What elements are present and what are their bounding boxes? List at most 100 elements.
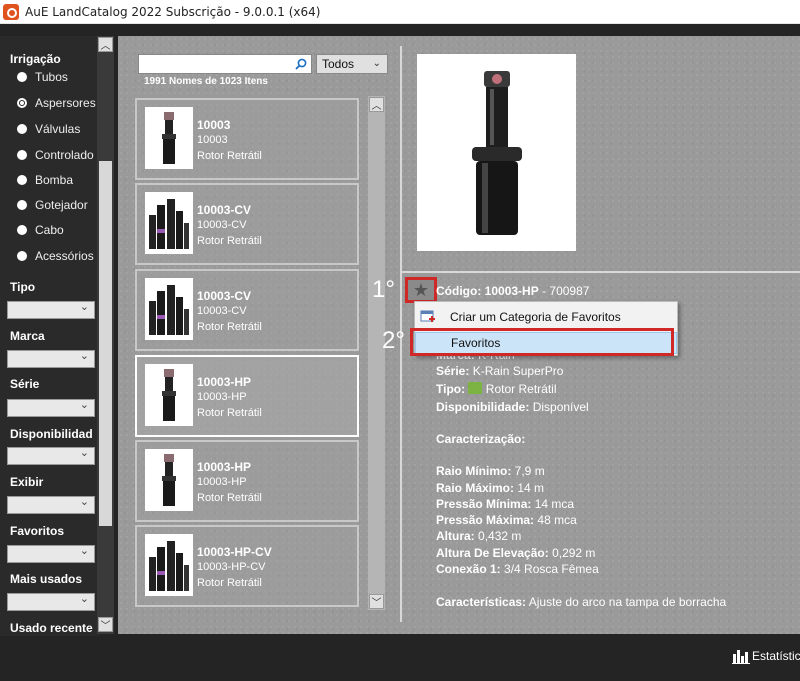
item-type: Rotor Retrátil — [197, 577, 262, 589]
item-subtitle: 10003-CV — [197, 305, 247, 317]
item-code: 10003 — [197, 118, 231, 132]
list-scroll-up-icon[interactable]: ︿ — [369, 97, 384, 112]
spec-row: Conexão 1: 3/4 Rosca Fêmea — [436, 562, 599, 576]
title-bar: AuE LandCatalog 2022 Subscrição - 9.0.0.… — [0, 0, 800, 24]
spec-value: 3/4 Rosca Fêmea — [504, 562, 599, 576]
spec-label: Raio Mínimo: — [436, 464, 512, 478]
series-value: K-Rain SuperPro — [472, 364, 564, 378]
item-thumbnail — [145, 534, 193, 596]
item-code: 10003-HP — [197, 375, 252, 389]
spec-label: Pressão Máxima: — [436, 513, 535, 527]
statistics-label: Estatístic — [752, 649, 800, 663]
spec-row: Altura De Elevação: 0,292 m — [436, 546, 595, 560]
radio-label: Tubos — [35, 70, 68, 84]
filter-label-exibir: Exibir — [10, 475, 44, 489]
list-item[interactable]: 10003-HP 10003-HP Rotor Retrátil — [135, 440, 359, 522]
window-title: AuE LandCatalog 2022 Subscrição - 9.0.0.… — [25, 4, 321, 19]
favoritos-select[interactable] — [7, 544, 95, 563]
irrigacao-header: Irrigação — [10, 52, 61, 66]
radio-icon — [17, 72, 27, 82]
chevron-down-icon: ⌄ — [372, 58, 381, 69]
radio-gotejador[interactable]: Gotejador — [17, 198, 88, 212]
spec-label: Conexão 1: — [436, 562, 501, 576]
spec-value: 0,432 m — [478, 529, 522, 543]
radio-cabo[interactable]: Cabo — [17, 223, 64, 237]
spec-label: Pressão Mínima: — [436, 497, 532, 511]
filter-label-tipo: Tipo — [10, 280, 36, 294]
series-label: Série: — [436, 364, 470, 378]
spec-value: 0,292 m — [552, 546, 596, 560]
spec-row: Altura: 0,432 m — [436, 529, 521, 543]
features-value: Ajuste do arco na tampa de borracha — [528, 595, 727, 609]
spec-label: Altura De Elevação: — [436, 546, 549, 560]
sidebar-scroll-thumb[interactable] — [99, 161, 112, 526]
list-item[interactable]: 10003-HP-CV 10003-HP-CV Rotor Retrátil — [135, 525, 359, 607]
filter-label-favoritos: Favoritos — [10, 524, 65, 538]
search-icon[interactable] — [295, 58, 307, 70]
list-item[interactable]: 10003-CV 10003-CV Rotor Retrátil — [135, 183, 359, 265]
favoritos-highlight — [410, 328, 674, 356]
item-subtitle: 10003 — [197, 134, 228, 146]
item-thumbnail — [145, 107, 193, 169]
radio-label: Aspersores — [35, 96, 96, 110]
sidebar-scroll-down-icon[interactable]: ﹀ — [98, 617, 113, 632]
radio-acessorios[interactable]: Acessórios — [17, 249, 94, 263]
bar-chart-icon — [732, 650, 750, 664]
disponibilidade-select[interactable] — [7, 446, 95, 465]
detail-series: Série: K-Rain SuperPro — [436, 364, 563, 378]
serie-select[interactable] — [7, 398, 95, 417]
menu-item-create-category[interactable]: Criar um Categoria de Favoritos — [415, 306, 677, 328]
detail-divider — [402, 271, 800, 273]
radio-bomba[interactable]: Bomba — [17, 173, 73, 187]
features-row: Características: Ajuste do arco na tampa… — [436, 595, 726, 609]
list-item-selected[interactable]: 10003-HP 10003-HP Rotor Retrátil — [135, 355, 359, 437]
radio-icon — [17, 200, 27, 210]
radio-tubos[interactable]: Tubos — [17, 70, 68, 84]
spec-value: 14 mca — [534, 497, 575, 511]
item-thumbnail — [145, 278, 193, 340]
exibir-select[interactable] — [7, 495, 95, 514]
code-value: 10003-HP — [484, 284, 539, 298]
radio-icon — [17, 150, 27, 160]
item-subtitle: 10003-HP — [197, 391, 247, 403]
item-type: Rotor Retrátil — [197, 407, 262, 419]
spec-label: Altura: — [436, 529, 475, 543]
item-subtitle: 10003-HP-CV — [197, 561, 266, 573]
radio-icon — [17, 175, 27, 185]
favorite-star-button[interactable]: ★ — [405, 277, 437, 303]
radio-icon — [17, 124, 27, 134]
star-icon: ★ — [412, 279, 430, 300]
caracterizacao-heading: Caracterização: — [436, 432, 525, 446]
filter-label-mais-usados: Mais usados — [10, 572, 83, 586]
list-scroll-down-icon[interactable]: ﹀ — [369, 594, 384, 609]
tipo-select[interactable] — [7, 300, 95, 319]
code-label: Código: — [436, 284, 482, 298]
item-thumbnail — [145, 449, 193, 511]
spec-row: Raio Máximo: 14 m — [436, 481, 544, 495]
spec-row: Pressão Máxima: 48 mca — [436, 513, 577, 527]
type-icon — [468, 382, 483, 394]
mais-usados-select[interactable] — [7, 592, 95, 611]
filter-dropdown[interactable]: Todos ⌄ — [316, 54, 388, 74]
item-thumbnail — [145, 192, 193, 254]
result-count: 1991 Nomes de 1023 Itens — [144, 76, 268, 87]
item-code: 10003-HP-CV — [197, 545, 272, 559]
list-item[interactable]: 10003-CV 10003-CV Rotor Retrátil — [135, 269, 359, 351]
radio-valvulas[interactable]: Válvulas — [17, 122, 80, 136]
item-type: Rotor Retrátil — [197, 235, 262, 247]
spec-value: 48 mca — [537, 513, 577, 527]
radio-aspersores[interactable]: Aspersores — [17, 96, 96, 110]
spec-label: Raio Máximo: — [436, 481, 515, 495]
detail-code: Código: 10003-HP - 700987 — [436, 284, 589, 298]
marca-select[interactable] — [7, 349, 95, 368]
sidebar-scroll-up-icon[interactable]: ︿ — [98, 37, 113, 52]
sidebar-scrollbar[interactable] — [97, 36, 114, 634]
filter-label-disponibilidade: Disponibilidad — [10, 427, 93, 441]
item-code: 10003-CV — [197, 289, 252, 303]
statistics-button[interactable]: Estatístic — [732, 648, 800, 664]
list-item[interactable]: 10003 10003 Rotor Retrátil — [135, 98, 359, 180]
radio-icon — [17, 225, 27, 235]
search-input[interactable] — [138, 54, 312, 74]
spec-row: Pressão Mínima: 14 mca — [436, 497, 574, 511]
radio-controlado[interactable]: Controlado — [17, 148, 94, 162]
